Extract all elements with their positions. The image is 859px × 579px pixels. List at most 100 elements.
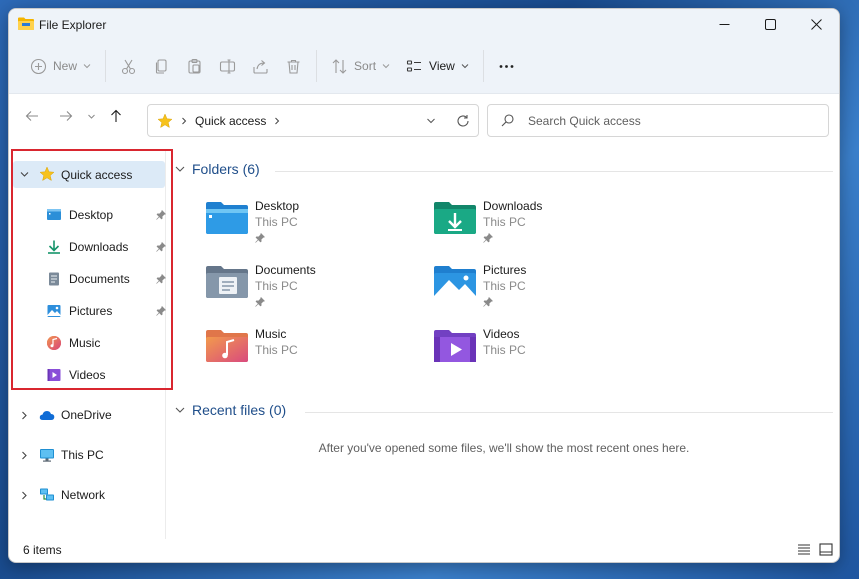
details-view-icon[interactable] (797, 543, 811, 556)
folder-tile-videos[interactable]: Videos This PC (433, 327, 643, 385)
more-dots-icon (499, 64, 514, 68)
new-button[interactable]: New (22, 50, 99, 82)
delete-button[interactable] (277, 50, 310, 82)
search-input[interactable] (528, 113, 808, 128)
navigation-pane: Quick access Desktop Downloads Documents… (9, 149, 166, 539)
group-divider (275, 171, 833, 172)
more-options-button[interactable] (490, 50, 523, 82)
folder-location: This PC (255, 279, 298, 293)
star-icon (39, 166, 55, 182)
copy-button[interactable] (145, 50, 178, 82)
command-separator (482, 50, 484, 82)
paste-button[interactable] (178, 50, 211, 82)
clipboard-icon (188, 58, 201, 74)
back-button[interactable] (17, 101, 47, 131)
view-label: View (429, 59, 455, 73)
chevron-down-icon (175, 166, 185, 172)
chevron-right-icon[interactable] (20, 451, 29, 460)
chevron-down-icon (175, 407, 185, 413)
window-title: File Explorer (39, 18, 107, 32)
minimize-button[interactable] (701, 9, 747, 39)
search-box[interactable] (487, 104, 829, 137)
share-button[interactable] (244, 50, 277, 82)
chevron-down-icon (461, 64, 469, 69)
rename-button[interactable] (211, 50, 244, 82)
folder-location: This PC (255, 343, 298, 357)
arrow-left-icon (25, 111, 38, 121)
breadcrumb-quick-access[interactable]: Quick access (195, 114, 266, 128)
chevron-down-icon (83, 64, 91, 69)
nav-label: Pictures (69, 304, 113, 318)
chevron-right-icon[interactable] (273, 117, 281, 125)
nav-item-desktop[interactable]: Desktop (13, 201, 166, 229)
nav-label: Downloads (69, 240, 129, 254)
large-icons-view-icon[interactable] (819, 543, 833, 556)
close-button[interactable] (793, 9, 839, 39)
desktop-folder-icon (206, 202, 248, 234)
pin-icon[interactable] (156, 274, 166, 284)
pin-icon[interactable] (156, 242, 166, 252)
folder-name: Music (255, 327, 287, 341)
nav-item-downloads[interactable]: Downloads (13, 233, 166, 261)
folder-tile-music[interactable]: Music This PC (205, 327, 415, 385)
folder-tile-desktop[interactable]: Desktop This PC (205, 199, 415, 257)
search-icon (501, 114, 514, 127)
share-icon (253, 59, 268, 74)
nav-item-documents[interactable]: Documents (13, 265, 166, 293)
pin-icon (255, 297, 265, 307)
recent-locations-button[interactable] (81, 101, 101, 131)
nav-item-videos[interactable]: Videos (13, 361, 165, 389)
address-dropdown-icon[interactable] (426, 116, 436, 126)
pin-icon[interactable] (156, 306, 166, 316)
nav-label: This PC (61, 448, 104, 462)
folder-location: This PC (483, 279, 526, 293)
music-icon (47, 336, 61, 350)
sort-button[interactable]: Sort (323, 50, 398, 82)
folders-header-text: Folders (6) (192, 161, 260, 177)
view-button[interactable]: View (398, 50, 477, 82)
group-divider (305, 412, 833, 413)
nav-label: Music (69, 336, 101, 350)
chevron-right-icon (182, 117, 187, 124)
address-bar[interactable]: Quick access (147, 104, 479, 137)
items-count: 6 items (23, 543, 62, 557)
folder-tile-downloads[interactable]: Downloads This PC (433, 199, 643, 257)
nav-item-network[interactable]: Network (13, 481, 165, 509)
sort-icon (332, 58, 347, 74)
recent-header-text: Recent files (0) (192, 402, 287, 418)
nav-item-music[interactable]: Music (13, 329, 165, 357)
close-icon (810, 18, 822, 30)
folder-tile-documents[interactable]: Documents This PC (205, 263, 415, 321)
folder-location: This PC (255, 215, 298, 229)
recent-files-group-header[interactable]: Recent files (0) (175, 402, 286, 418)
minimize-icon (719, 23, 729, 25)
pin-icon[interactable] (156, 210, 166, 220)
command-separator (316, 50, 318, 82)
nav-item-pictures[interactable]: Pictures (13, 297, 166, 325)
folder-name: Pictures (483, 263, 527, 277)
file-explorer-window: File Explorer New Sort View Quick access… (8, 8, 840, 563)
pin-icon (483, 233, 493, 243)
music-folder-icon (206, 330, 248, 362)
folder-tile-pictures[interactable]: Pictures This PC (433, 263, 643, 321)
folder-app-icon (18, 17, 34, 30)
chevron-down-icon (87, 114, 95, 119)
view-list-icon (406, 59, 422, 72)
up-button[interactable] (101, 101, 131, 131)
maximize-button[interactable] (747, 9, 793, 39)
nav-item-quick-access[interactable]: Quick access (13, 161, 165, 188)
copy-icon (155, 58, 167, 74)
trash-icon (287, 59, 300, 74)
cut-button[interactable] (112, 50, 145, 82)
refresh-icon[interactable] (456, 114, 470, 128)
folder-name: Documents (255, 263, 316, 277)
chevron-down-icon[interactable] (20, 170, 29, 179)
nav-item-onedrive[interactable]: OneDrive (13, 401, 165, 429)
chevron-right-icon[interactable] (20, 411, 29, 420)
folders-group-header[interactable]: Folders (6) (175, 161, 260, 177)
nav-item-this-pc[interactable]: This PC (13, 441, 165, 469)
forward-button[interactable] (51, 101, 81, 131)
pin-icon (483, 297, 493, 307)
nav-label: Videos (69, 368, 106, 382)
chevron-right-icon[interactable] (20, 491, 29, 500)
